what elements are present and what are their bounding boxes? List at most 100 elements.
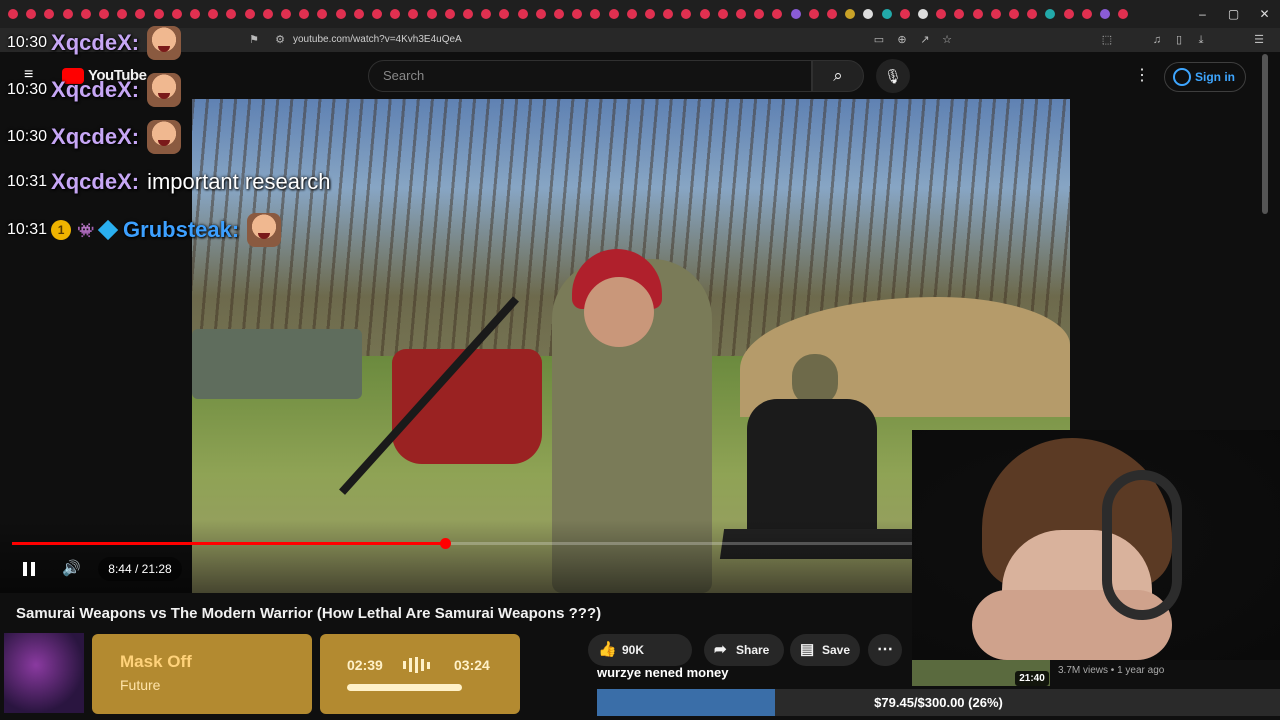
bug-badge-icon: 👾 — [77, 222, 95, 238]
pause-icon — [23, 562, 27, 576]
chat-line: 10:30 XqcdeX: — [7, 26, 182, 60]
site-info-icon[interactable]: ⚙ — [273, 33, 287, 47]
tab-favicon[interactable] — [1009, 9, 1019, 19]
tab-favicon[interactable] — [554, 9, 564, 19]
zoom-icon[interactable]: ⊕ — [895, 33, 909, 47]
tab-favicon[interactable] — [699, 9, 710, 19]
chat-username[interactable]: XqcdeX — [51, 30, 132, 56]
sidepanel-icon[interactable]: ▯ — [1172, 33, 1186, 47]
donation-goal-text: $79.45/$300.00 (26%) — [874, 695, 1003, 710]
tab-favicon[interactable] — [262, 9, 273, 19]
tab-favicon[interactable] — [736, 9, 746, 19]
chat-emote-icon — [147, 26, 182, 60]
bookmark-icon[interactable]: ⚑ — [247, 33, 261, 47]
chat-emote-icon — [247, 213, 282, 247]
song-elapsed: 02:39 — [347, 657, 383, 673]
media-icon[interactable]: ♫ — [1150, 33, 1164, 47]
cast-icon[interactable]: ▭ — [872, 33, 886, 47]
extensions-icon[interactable]: ⬚ — [1100, 33, 1114, 47]
voice-search-button[interactable]: 🎙 — [876, 59, 910, 93]
chat-time: 10:30 — [7, 34, 48, 51]
share-page-icon[interactable]: ↗ — [918, 33, 932, 47]
tab-favicon[interactable] — [281, 9, 291, 19]
tab-favicon[interactable] — [353, 9, 364, 19]
tab-favicon[interactable] — [244, 9, 255, 19]
sign-in-button[interactable]: Sign in — [1164, 62, 1246, 92]
tab-favicon[interactable] — [827, 9, 837, 19]
tab-favicon[interactable] — [80, 9, 91, 19]
tab-favicon[interactable] — [790, 9, 801, 19]
volume-icon[interactable]: 🔊 — [62, 560, 84, 578]
maximize-button[interactable]: ▢ — [1218, 0, 1249, 28]
tab-favicon[interactable] — [717, 9, 728, 19]
close-button[interactable]: ✕ — [1249, 0, 1280, 28]
more-actions-button[interactable]: ⋯ — [868, 634, 902, 666]
chat-emote-icon — [147, 73, 182, 107]
chat-line: 10:31 1 👾 Grubsteak: — [7, 213, 282, 247]
tab-favicon[interactable] — [645, 9, 655, 19]
progress-fill — [12, 542, 445, 545]
tab-favicon[interactable] — [972, 9, 983, 19]
tab-favicon[interactable] — [62, 9, 73, 19]
equalizer-icon — [403, 657, 439, 673]
chat-emote-icon — [147, 120, 182, 154]
scrollbar[interactable] — [1262, 54, 1268, 214]
chat-line: 10:30 XqcdeX: — [7, 73, 182, 107]
chat-username[interactable]: Grubsteak — [123, 217, 232, 243]
tab-favicon[interactable] — [8, 9, 18, 19]
tab-favicon[interactable] — [190, 9, 200, 19]
tab-favicon[interactable] — [899, 9, 910, 19]
tab-favicon[interactable] — [153, 9, 164, 19]
pause-icon — [31, 562, 35, 576]
more-options-icon[interactable]: ⋮ — [1134, 66, 1150, 86]
chat-username[interactable]: XqcdeX — [51, 124, 132, 150]
chat-time: 10:30 — [7, 128, 48, 145]
video-title: Samurai Weapons vs The Modern Warrior (H… — [16, 605, 602, 622]
search-button[interactable]: ⌕ — [812, 60, 864, 92]
account-icon — [1173, 68, 1191, 86]
minimize-button[interactable]: – — [1187, 0, 1218, 28]
chat-separator: : — [131, 77, 140, 102]
chat-username[interactable]: XqcdeX — [51, 169, 132, 195]
tab-favicon[interactable] — [463, 9, 473, 19]
save-button[interactable]: ▤ Save — [790, 634, 860, 666]
tab-favicon[interactable] — [1081, 9, 1092, 19]
channel-avatar[interactable] — [4, 633, 84, 713]
tab-favicon[interactable] — [171, 9, 182, 19]
pause-button[interactable] — [20, 560, 38, 578]
tab-favicon[interactable] — [990, 9, 1001, 19]
tab-favicon[interactable] — [99, 9, 109, 19]
tab-favicon[interactable] — [608, 9, 619, 19]
tab-favicon[interactable] — [918, 9, 928, 19]
tab-favicon[interactable] — [335, 9, 346, 19]
tab-favicon[interactable] — [881, 9, 892, 19]
tab-favicon[interactable] — [426, 9, 437, 19]
share-button[interactable]: ➦ Share — [704, 634, 784, 666]
star-icon[interactable]: ☆ — [940, 33, 954, 47]
song-artist: Future — [120, 677, 161, 693]
tab-favicon[interactable] — [517, 9, 528, 19]
coin-badge-icon: 1 — [51, 220, 72, 240]
tab-favicon[interactable] — [808, 9, 819, 19]
chat-time: 10:31 — [7, 173, 48, 190]
url-text[interactable]: youtube.com/watch?v=4Kvh3E4uQeA — [293, 34, 462, 45]
video-frame-face — [584, 277, 654, 347]
chat-time: 10:31 — [7, 221, 48, 238]
tab-favicon[interactable] — [1100, 9, 1110, 19]
chat-username[interactable]: XqcdeX — [51, 77, 132, 103]
download-icon[interactable]: ⤓ — [1194, 33, 1208, 47]
tab-favicon[interactable] — [535, 9, 546, 19]
tab-favicon[interactable] — [626, 9, 637, 19]
song-total: 03:24 — [454, 657, 490, 673]
search-input[interactable]: Search — [368, 60, 812, 92]
chat-separator: : — [131, 169, 140, 194]
like-button[interactable]: 👍 90K 👎 — [588, 634, 1270, 666]
tab-favicon[interactable] — [1063, 9, 1074, 19]
tab-favicon[interactable] — [444, 9, 455, 19]
progress-scrubber[interactable] — [440, 538, 451, 549]
now-playing-card — [92, 634, 312, 714]
thumbs-up-icon: 👍 — [598, 641, 617, 658]
webcam-overlay — [912, 430, 1280, 660]
menu-icon[interactable]: ☰ — [1252, 33, 1266, 47]
tab-favicon[interactable] — [372, 9, 382, 19]
